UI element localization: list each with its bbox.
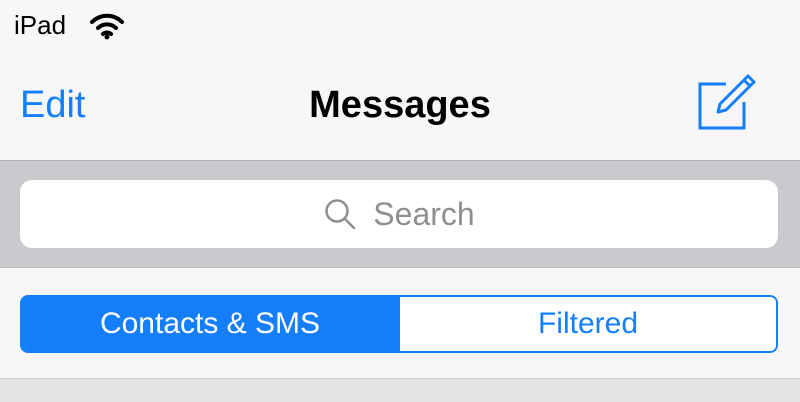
navigation-bar: Messages Edit [0,50,800,161]
search-input[interactable]: Search [20,180,778,248]
segment-filtered[interactable]: Filtered [398,297,776,351]
status-bar: iPad [0,0,800,50]
segment-contacts-sms[interactable]: Contacts & SMS [22,297,398,351]
list-section-divider [0,378,800,402]
segmented-control-area: Contacts & SMS Filtered [0,268,800,378]
search-bar-container: Search [0,161,800,268]
segmented-control: Contacts & SMS Filtered [20,295,778,353]
compose-icon[interactable] [696,74,758,132]
carrier-label: iPad [14,10,67,40]
wifi-icon [90,13,124,40]
edit-button[interactable]: Edit [20,83,85,127]
magnifier-icon [325,199,356,230]
search-input-content: Search [20,180,778,248]
page-title: Messages [309,84,491,126]
messages-screen: iPad Messages Edit Search Contacts & SMS… [0,0,800,402]
search-placeholder: Search [373,196,475,232]
